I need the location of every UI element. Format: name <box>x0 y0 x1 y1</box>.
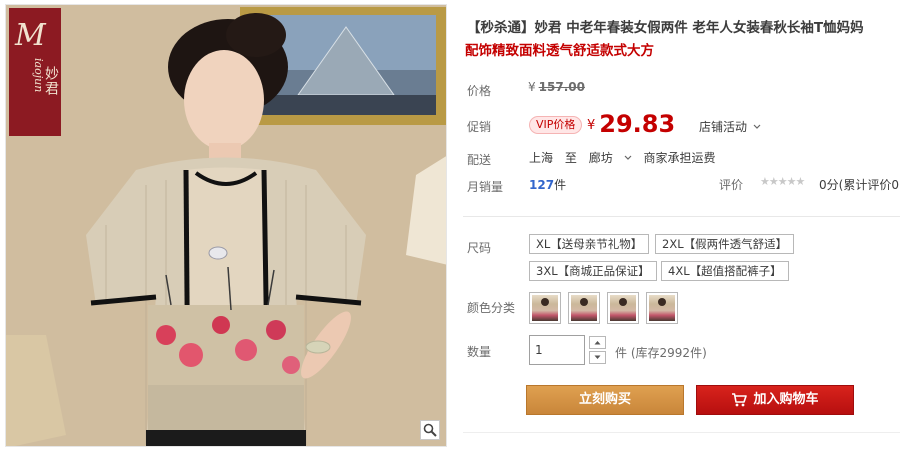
buy-now-button[interactable]: 立刻购买 <box>526 385 684 415</box>
add-to-cart-button[interactable]: 加入购物车 <box>696 385 854 415</box>
cart-icon <box>732 393 748 407</box>
chevron-down-icon <box>624 155 632 160</box>
size-option-xl[interactable]: XL【送母亲节礼物】 <box>529 234 650 254</box>
product-photo-illustration <box>6 5 446 446</box>
buy-now-label: 立刻购买 <box>578 392 631 407</box>
color-swatch-2[interactable] <box>568 292 600 324</box>
size-label: 尺码 <box>467 241 492 255</box>
promo-price-value: 29.83 <box>599 110 676 138</box>
color-label: 颜色分类 <box>467 301 516 315</box>
promo-label: 促销 <box>467 120 492 134</box>
shop-activity-dropdown[interactable]: 店铺活动 <box>699 118 761 135</box>
quantity-decrease-button[interactable] <box>589 351 606 364</box>
monthly-sales: 127件 <box>529 176 566 193</box>
magnifier-icon <box>423 423 437 437</box>
product-title: 【秒杀通】妙君 中老年春装女假两件 老年人女装春秋长袖T恤妈妈 <box>467 20 864 36</box>
shipping-from: 上海 <box>529 151 554 165</box>
size-option-4xl[interactable]: 4XL【超值搭配裤子】 <box>661 261 789 281</box>
brand-logo-initial: M <box>15 18 46 53</box>
color-swatch-thumbnail <box>649 295 675 321</box>
original-price-currency: ¥ <box>528 80 536 94</box>
shipping-destination-select[interactable]: 廊坊 <box>589 151 632 165</box>
chevron-down-icon <box>594 355 601 359</box>
color-swatch-thumbnail <box>571 295 597 321</box>
quantity-stock: 件 (库存2992件) <box>615 344 707 361</box>
stock-count: (库存2992件) <box>630 346 707 360</box>
rating-label: 评价 <box>719 178 744 192</box>
size-option-2xl[interactable]: 2XL【假两件透气舒适】 <box>655 234 795 254</box>
rating-value-link[interactable]: 0分(累计评价0) <box>819 176 900 193</box>
zoom-button[interactable] <box>420 420 440 440</box>
color-swatch-thumbnail <box>532 295 558 321</box>
add-to-cart-label: 加入购物车 <box>753 392 819 407</box>
promo-price-currency: ¥ <box>587 118 596 133</box>
vip-price-tag: VIP价格 <box>529 116 583 134</box>
rating-stars: ★★★★★ <box>760 175 805 188</box>
chevron-up-icon <box>594 341 601 345</box>
color-swatch-4[interactable] <box>646 292 678 324</box>
quantity-increase-button[interactable] <box>589 336 606 349</box>
shipping-label: 配送 <box>467 153 492 167</box>
chevron-down-icon <box>753 124 761 129</box>
shipping-fee: 商家承担运费 <box>643 151 716 165</box>
color-swatch-1[interactable] <box>529 292 561 324</box>
brand-logo: M iaojun 妙君 <box>9 8 61 136</box>
price-label: 价格 <box>467 84 492 98</box>
color-swatch-3[interactable] <box>607 292 639 324</box>
product-info-panel: 【秒杀通】妙君 中老年春装女假两件 老年人女装春秋长袖T恤妈妈 配饰精致面料透气… <box>463 0 900 452</box>
section-divider <box>463 216 900 217</box>
promo-price: ¥29.83 <box>587 110 675 138</box>
color-swatch-thumbnail <box>610 295 636 321</box>
quantity-input[interactable] <box>529 335 585 365</box>
product-subtitle: 配饰精致面料透气舒适款式大方 <box>465 43 654 59</box>
monthly-sales-unit: 件 <box>554 178 567 192</box>
brand-logo-cn: 妙君 <box>43 66 59 96</box>
bottom-divider <box>463 432 900 433</box>
shipping-to-word: 至 <box>564 151 577 165</box>
shipping-info: 上海 至 廊坊 商家承担运费 <box>529 149 724 166</box>
quantity-unit: 件 <box>615 346 628 360</box>
size-option-3xl[interactable]: 3XL【商城正品保证】 <box>529 261 657 281</box>
product-main-image[interactable]: M iaojun 妙君 <box>5 4 447 447</box>
quantity-label: 数量 <box>467 345 492 359</box>
shop-activity-label: 店铺活动 <box>699 120 748 134</box>
original-price: ¥157.00 <box>528 80 585 94</box>
monthly-sales-label: 月销量 <box>467 180 504 194</box>
monthly-sales-count: 127 <box>529 178 555 192</box>
shipping-destination: 廊坊 <box>588 151 613 165</box>
original-price-value: 157.00 <box>538 80 585 94</box>
